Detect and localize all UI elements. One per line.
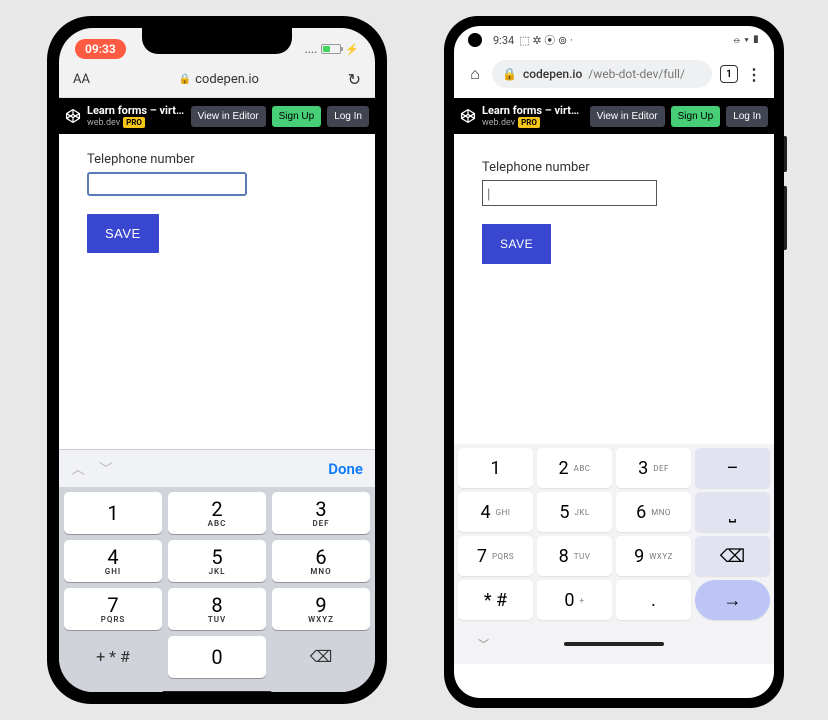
- key-–[interactable]: –: [695, 448, 770, 488]
- lock-icon: 🔒: [179, 74, 191, 85]
- key-2[interactable]: 2ABC: [537, 448, 612, 488]
- tab-switcher-button[interactable]: 1: [720, 65, 738, 83]
- codepen-header: Learn forms – virt… web.dev PRO View in …: [59, 98, 375, 134]
- key-0[interactable]: 0+: [537, 580, 612, 620]
- save-button[interactable]: SAVE: [87, 214, 159, 253]
- key-8[interactable]: 8TUV: [537, 536, 612, 576]
- url-domain: codepen.io: [523, 67, 582, 81]
- url-display[interactable]: 🔒 codepen.io: [179, 72, 259, 87]
- key-4[interactable]: 4GHI: [64, 540, 162, 582]
- telephone-label: Telephone number: [482, 160, 746, 175]
- lock-icon: 🔒: [502, 67, 517, 81]
- login-button[interactable]: Log In: [327, 106, 369, 127]
- signup-button[interactable]: Sign Up: [272, 106, 322, 127]
- key-7[interactable]: 7PQRS: [458, 536, 533, 576]
- ios-time-pill: 09:33: [75, 39, 126, 59]
- status-left-icons: ⬚ ✲ ⦿ ⊚ ·: [519, 32, 573, 48]
- codepen-logo-icon: [65, 108, 81, 124]
- codepen-logo-icon: [460, 108, 476, 124]
- page-content: Telephone number SAVE: [59, 134, 375, 449]
- key-1[interactable]: 1: [64, 492, 162, 534]
- keyboard-done-button[interactable]: Done: [328, 460, 363, 478]
- key-⌫[interactable]: ⌫: [695, 536, 770, 576]
- keyboard-collapse-button[interactable]: ﹀: [478, 636, 489, 652]
- keyboard-accessory-bar: ︿ ﹀ Done: [59, 449, 375, 487]
- front-camera-icon: [468, 33, 482, 47]
- pen-title: Learn forms – virt…: [482, 104, 584, 117]
- volume-button: [784, 186, 787, 250]
- key-9[interactable]: 9WXYZ: [272, 588, 370, 630]
- pen-author: web.dev: [482, 118, 515, 128]
- url-field[interactable]: 🔒 codepen.io/web-dot-dev/full/: [492, 60, 712, 88]
- key-⎵[interactable]: ⎵: [695, 492, 770, 532]
- android-numeric-keypad: 12ABC3DEF– 4GHI5JKL6MNO⎵ 7PQRS8TUV9WXYZ⌫ * …: [454, 444, 774, 624]
- home-indicator[interactable]: [162, 691, 272, 692]
- android-device: 9:34 ⬚ ✲ ⦿ ⊚ · ⦵ ▾ ▮ ⌂ 🔒 codepen.io/web-…: [444, 16, 784, 708]
- key-5[interactable]: 5JKL: [537, 492, 612, 532]
- codepen-header: Learn forms – virt… web.dev PRO View in …: [454, 98, 774, 134]
- overflow-menu-button[interactable]: ⋮: [746, 65, 762, 84]
- key-6[interactable]: 6MNO: [272, 540, 370, 582]
- next-field-button[interactable]: ﹀: [99, 459, 113, 479]
- signup-button[interactable]: Sign Up: [671, 106, 721, 127]
- iphone-notch: [142, 28, 292, 54]
- key-6[interactable]: 6MNO: [616, 492, 691, 532]
- codepen-meta: Learn forms – virt… web.dev PRO: [87, 104, 185, 128]
- key-symbols[interactable]: + * #: [64, 636, 162, 678]
- android-time: 9:34: [493, 34, 514, 47]
- safari-url-bar: AA 🔒 codepen.io ↻: [59, 64, 375, 98]
- telephone-label: Telephone number: [87, 152, 347, 167]
- key-9[interactable]: 9WXYZ: [616, 536, 691, 576]
- pen-author: web.dev: [87, 118, 120, 128]
- key-.[interactable]: .: [616, 580, 691, 620]
- key-→[interactable]: →: [695, 580, 770, 620]
- ios-numeric-keypad: 1 2ABC 3DEF 4GHI 5JKL 6MNO 7PQRS 8TUV 9W…: [59, 487, 375, 683]
- android-nav-bar: ﹀: [454, 624, 774, 664]
- page-content: Telephone number SAVE: [454, 134, 774, 444]
- key-1[interactable]: 1: [458, 448, 533, 488]
- gesture-bar[interactable]: [564, 642, 664, 646]
- charging-icon: ⚡: [345, 43, 359, 56]
- pen-title: Learn forms – virt…: [87, 104, 185, 117]
- key-0[interactable]: 0: [168, 636, 266, 678]
- url-domain: codepen.io: [195, 72, 259, 87]
- view-in-editor-button[interactable]: View in Editor: [590, 106, 665, 127]
- power-button: [784, 136, 787, 172]
- pro-badge: PRO: [518, 117, 540, 128]
- url-path: /web-dot-dev/full/: [588, 67, 685, 81]
- iphone-screen: 09:33 .... ⚡ AA 🔒 codepen.io ↻ Learn for…: [59, 28, 375, 692]
- ios-signal-dots: ....: [305, 43, 318, 56]
- key-5[interactable]: 5JKL: [168, 540, 266, 582]
- codepen-meta: Learn forms – virt… web.dev PRO: [482, 104, 584, 128]
- ios-battery: .... ⚡: [305, 43, 359, 56]
- battery-icon: [321, 44, 341, 54]
- telephone-input[interactable]: [87, 172, 247, 196]
- key-7[interactable]: 7PQRS: [64, 588, 162, 630]
- iphone-device: 09:33 .... ⚡ AA 🔒 codepen.io ↻ Learn for…: [47, 16, 387, 704]
- login-button[interactable]: Log In: [726, 106, 768, 127]
- telephone-input[interactable]: [482, 180, 657, 206]
- key-8[interactable]: 8TUV: [168, 588, 266, 630]
- key-2[interactable]: 2ABC: [168, 492, 266, 534]
- status-right-icons: ⦵ ▾ ▮: [732, 33, 760, 47]
- reload-button[interactable]: ↻: [348, 70, 361, 89]
- key-3[interactable]: 3DEF: [272, 492, 370, 534]
- key-* #[interactable]: * #: [458, 580, 533, 620]
- android-status-bar: 9:34 ⬚ ✲ ⦿ ⊚ · ⦵ ▾ ▮: [454, 26, 774, 54]
- view-in-editor-button[interactable]: View in Editor: [191, 106, 266, 127]
- home-indicator-area: [59, 683, 375, 692]
- key-4[interactable]: 4GHI: [458, 492, 533, 532]
- pro-badge: PRO: [123, 117, 145, 128]
- key-backspace[interactable]: ⌫: [272, 636, 370, 678]
- text-size-button[interactable]: AA: [73, 72, 90, 87]
- save-button[interactable]: SAVE: [482, 224, 551, 264]
- android-screen: 9:34 ⬚ ✲ ⦿ ⊚ · ⦵ ▾ ▮ ⌂ 🔒 codepen.io/web-…: [454, 26, 774, 698]
- key-3[interactable]: 3DEF: [616, 448, 691, 488]
- prev-field-button[interactable]: ︿: [71, 459, 85, 479]
- home-icon[interactable]: ⌂: [466, 64, 484, 84]
- chrome-url-bar: ⌂ 🔒 codepen.io/web-dot-dev/full/ 1 ⋮: [454, 54, 774, 98]
